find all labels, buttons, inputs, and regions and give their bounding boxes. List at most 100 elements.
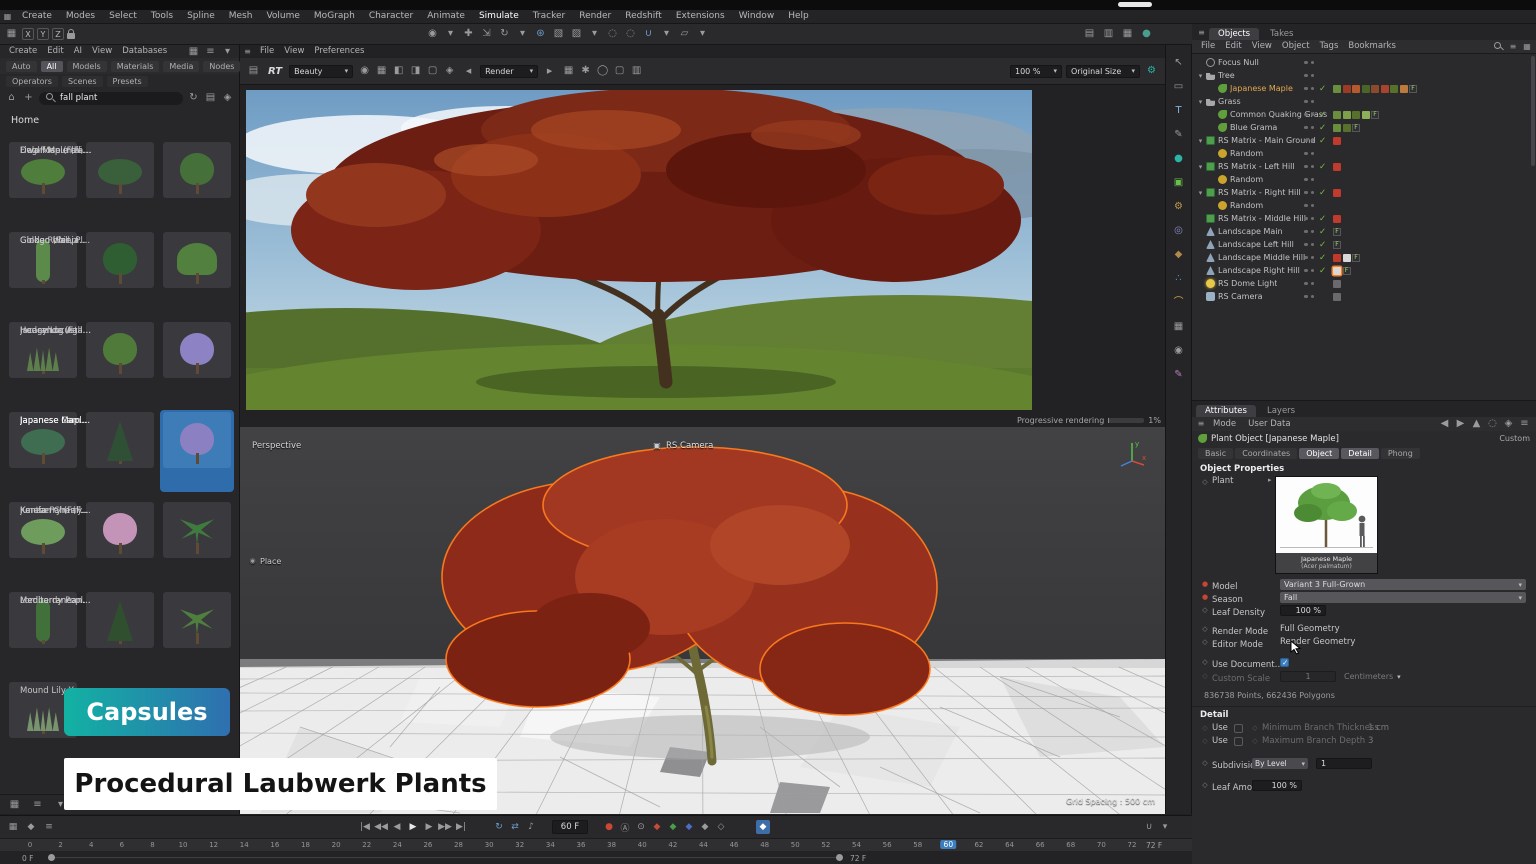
material-tag-icon[interactable] [1333,124,1341,132]
toggle-dot[interactable] [1311,191,1315,195]
object-row-landscape-main[interactable]: Landscape Main✓F [1192,225,1536,238]
attr-value-field[interactable]: 100 % [1280,605,1326,616]
menu-create[interactable]: Create [15,10,59,24]
rotate-tool-icon[interactable]: ↻ [497,27,512,42]
enabled-check-icon[interactable]: ✓ [1319,162,1326,172]
menu-tools[interactable]: Tools [144,10,180,24]
layout-grid-icon[interactable]: ▦ [4,27,19,42]
enabled-check-icon[interactable]: ✓ [1319,240,1326,250]
record-keyframe-icon[interactable]: ● [602,820,616,834]
menu-render[interactable]: Render [572,10,618,24]
add-icon[interactable]: + [21,91,36,106]
ab-menu-databases[interactable]: Databases [117,45,172,58]
menu-extensions[interactable]: Extensions [669,10,732,24]
ruler-tick[interactable]: 38 [607,841,616,849]
object-row-random[interactable]: Random [1192,199,1536,212]
render-view-icon[interactable]: ▧ [551,27,566,42]
tab-attributes[interactable]: Attributes [1196,405,1256,417]
back-icon[interactable]: ◀ [1437,417,1452,432]
previous-key-icon[interactable]: ◀◀ [374,820,388,834]
visibility-toggles[interactable] [1304,295,1314,299]
toggle-dot[interactable] [1304,165,1308,169]
parameter-diamond-icon[interactable]: ◇ [1200,779,1210,792]
menu-window[interactable]: Window [732,10,782,24]
thumbnail-view-icon[interactable]: ▦ [186,44,201,59]
record-rotation-icon[interactable]: ◆ [682,820,696,834]
toggle-dot[interactable] [1311,100,1315,104]
toggle-dot[interactable] [1311,126,1315,130]
object-tree-scrollbar[interactable] [1531,56,1535,166]
toggle-dot[interactable] [1311,165,1315,169]
toggle-dot[interactable] [1304,269,1308,273]
toggle-dot[interactable] [1304,217,1308,221]
ruler-tick[interactable]: 30 [485,841,494,849]
ruler-tick[interactable]: 16 [270,841,279,849]
material-tag-icon[interactable] [1333,85,1341,93]
region-render-icon[interactable]: ▢ [612,64,627,79]
pen-icon[interactable]: ✎ [1171,127,1186,142]
asset-item-kentia-palm-fall-plant[interactable]: Kentia Palm (Fall, Plant) [160,500,234,582]
ruler-tick[interactable]: 40 [638,841,647,849]
parameter-diamond-icon[interactable]: ◇ [1200,757,1210,770]
forward-icon[interactable]: ▶ [1453,417,1468,432]
visibility-toggles[interactable] [1304,217,1314,221]
parameter-diamond-icon[interactable]: ◇ [1200,476,1210,489]
tab-takes[interactable]: Takes [1261,28,1302,40]
attr-checkbox[interactable] [1280,658,1289,667]
material-tag-icon[interactable] [1352,85,1360,93]
toggle-dot[interactable] [1311,256,1315,260]
pingpong-icon[interactable]: ⇄ [508,820,522,834]
fields-tag-icon[interactable]: F [1352,124,1360,132]
ab-menu-edit[interactable]: Edit [42,45,68,58]
parameter-diamond-icon[interactable]: ◇ [1200,670,1210,683]
om-menu-object[interactable]: Object [1277,40,1315,53]
enabled-check-icon[interactable]: ✓ [1319,227,1326,237]
filter-models[interactable]: Models [67,61,107,72]
toggle-dot[interactable] [1304,113,1308,117]
section-tab-detail[interactable]: Detail [1341,448,1379,459]
subdivision-mode-dropdown[interactable]: By Level ▾ [1252,758,1308,769]
toggle-dot[interactable] [1304,191,1308,195]
next-key-icon[interactable]: ▶▶ [438,820,452,834]
menu-simulate[interactable]: Simulate [472,10,526,24]
go-to-end-icon[interactable]: ▶| [454,820,468,834]
histogram-icon[interactable]: ▥ [629,64,644,79]
asset-search-input[interactable]: fall plant [39,92,183,105]
pixel-grid-icon[interactable]: ▦ [374,64,389,79]
asset-item-golden-weeping-willo[interactable]: Golden Weeping Willo... [160,230,234,312]
material-tag-icon[interactable] [1343,124,1351,132]
tool-history-icon[interactable]: ▾ [515,27,530,42]
range-start-handle[interactable] [48,854,55,861]
breadcrumb[interactable]: Home [11,115,39,126]
toggle-dot[interactable] [1311,217,1315,221]
material-tag-icon[interactable] [1362,111,1370,119]
material-tag-icon[interactable] [1343,85,1351,93]
dots-grid-icon[interactable]: ▦ [561,64,576,79]
lock-render-icon[interactable]: ◈ [442,64,457,79]
ruler-tick[interactable]: 62 [974,841,983,849]
current-frame-marker[interactable]: 60 [941,840,957,849]
visibility-toggles[interactable] [1304,191,1314,195]
visibility-toggles[interactable] [1304,139,1314,143]
scale-tool-icon[interactable]: ⇲ [479,27,494,42]
visibility-toggles[interactable] [1304,282,1314,286]
render-mode-dropdown[interactable]: Beauty ▾ [289,65,353,78]
visibility-toggles[interactable] [1304,243,1314,247]
panel-menu-icon[interactable]: ▾ [220,44,235,59]
visibility-toggles[interactable] [1304,74,1314,78]
enabled-check-icon[interactable]: ✓ [1319,253,1326,263]
ruler-tick[interactable]: 24 [393,841,402,849]
ruler-tick[interactable]: 6 [120,841,124,849]
object-row-grass[interactable]: ▾Grass [1192,95,1536,108]
timeline-menu-icon[interactable]: ▾ [1158,820,1172,834]
menu-volume[interactable]: Volume [259,10,306,24]
simulate-reset-icon[interactable]: ◌ [623,27,638,42]
toggle-dot[interactable] [1311,230,1315,234]
layout-animate-icon[interactable]: ▥ [1101,27,1116,42]
find-attr-icon[interactable]: ◌ [1485,417,1500,432]
snap-dropdown-icon[interactable]: ▾ [659,27,674,42]
toggle-dot[interactable] [1311,61,1315,65]
menu-animate[interactable]: Animate [420,10,472,24]
frame-ruler[interactable]: 0246810121416182022242628303234363840424… [0,838,1192,851]
ruler-tick[interactable]: 54 [852,841,861,849]
